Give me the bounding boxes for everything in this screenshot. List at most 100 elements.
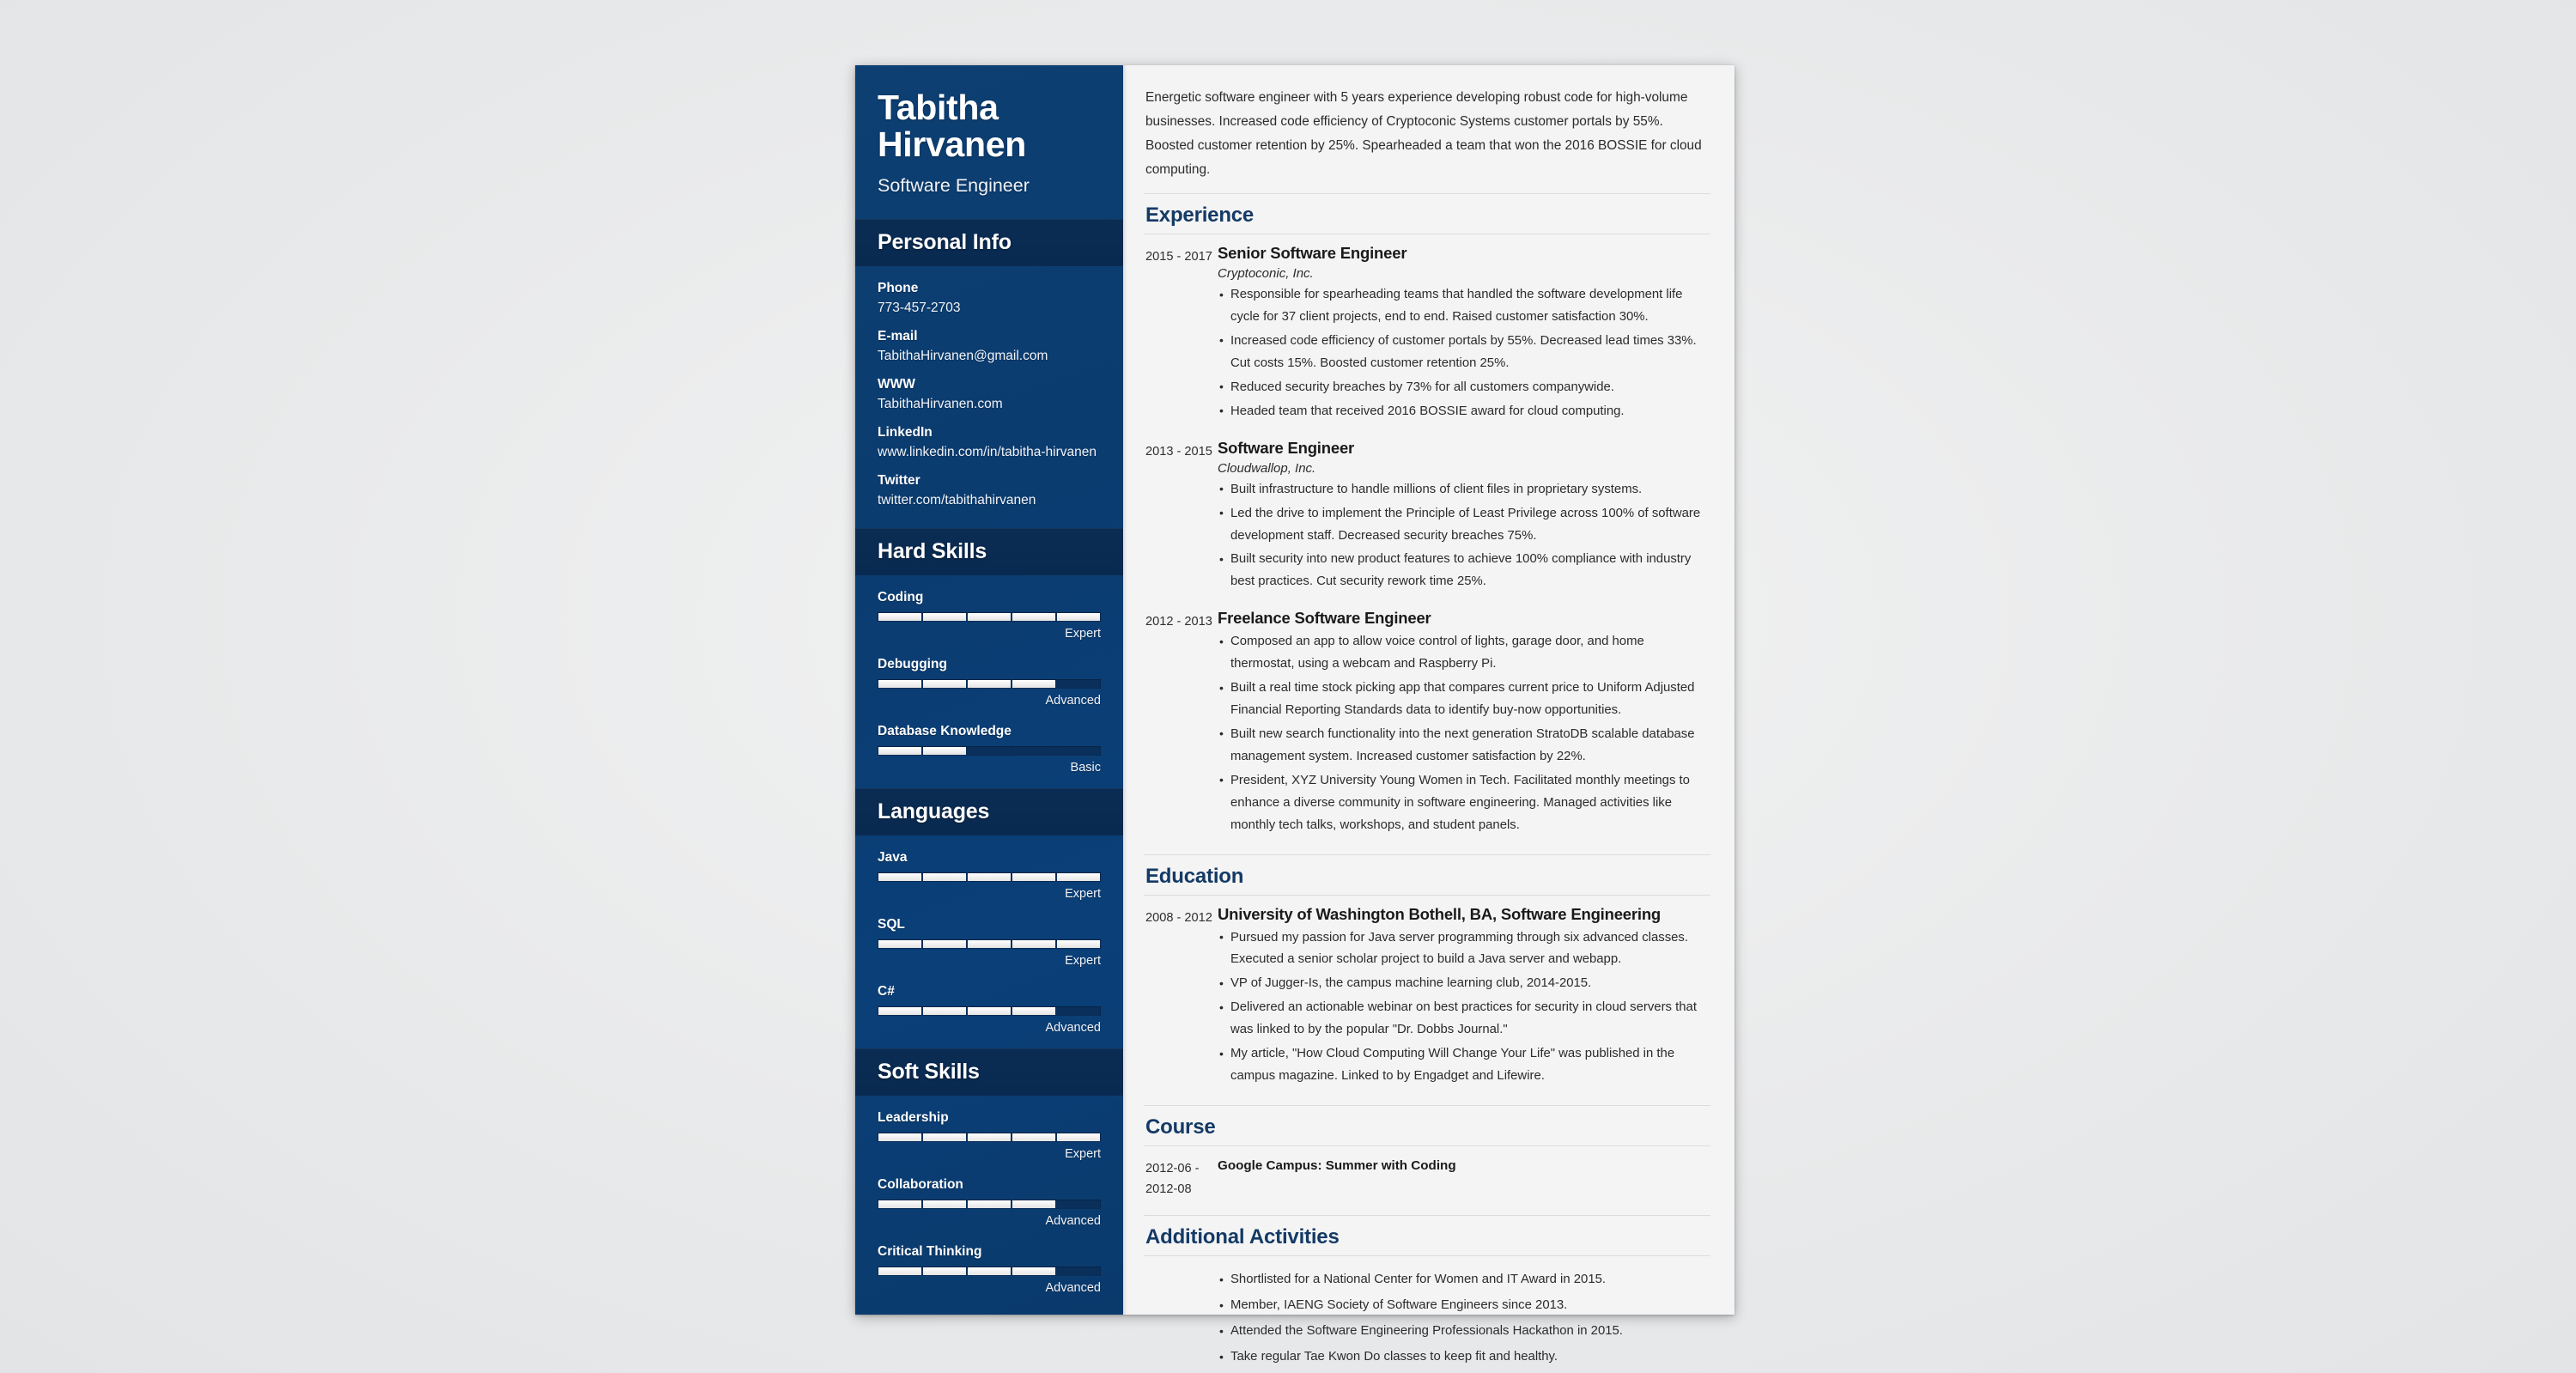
skill-bar-segment — [878, 939, 921, 948]
skill-bar-segment — [878, 1133, 921, 1141]
entry-body: Software Engineer Cloudwallop, Inc. Built … — [1218, 439, 1710, 596]
entry-bullet-list: Built infrastructure to handle millions … — [1218, 478, 1710, 594]
skill-bar-segment — [878, 1200, 921, 1208]
personal-info-item: WWW TabithaHirvanen.com — [878, 377, 1101, 412]
skill-bar-segment — [1057, 612, 1100, 621]
skill-level-bar — [878, 872, 1101, 882]
skill-bar-segment — [1012, 1133, 1055, 1141]
entry-date-range: 2008 - 2012 — [1145, 910, 1212, 925]
entry-body: Freelance Software Engineer Composed an a… — [1218, 609, 1710, 838]
entry-company: Cloudwallop, Inc. — [1218, 460, 1316, 476]
skill-level-label: Expert — [1065, 953, 1101, 968]
section-heading-personal-info: Personal Info — [855, 218, 1123, 266]
skill-bar-segment — [1012, 1267, 1055, 1275]
section-heading-additional-activities: Additional Activities — [1144, 1215, 1710, 1257]
sidebar-header: Tabitha Hirvanen Software Engineer — [855, 65, 1123, 219]
skill-bar-segment — [1057, 872, 1100, 881]
entry-bullet-list: Responsible for spearheading teams that … — [1218, 284, 1710, 423]
entry-bullet: Built security into new product features… — [1218, 549, 1710, 593]
skill-name: Debugging — [878, 656, 947, 671]
resume-page: Tabitha Hirvanen Software Engineer Perso… — [855, 65, 1735, 1367]
skill-level-bar — [878, 939, 1101, 949]
skill-item: C# Advanced — [878, 984, 1101, 1035]
skill-bar-segment — [968, 1133, 1011, 1141]
experience-section: Experience 2015 - 2017 Senior Software En… — [1144, 193, 1710, 842]
entry-bullet: Led the drive to implement the Principle… — [1218, 502, 1710, 548]
skill-name: Database Knowledge — [878, 723, 1012, 738]
skill-bar-segment — [968, 939, 1011, 948]
skill-bar-segment — [923, 939, 966, 948]
timeline-entry: 2013 - 2015 Software Engineer Cloudwallop,… — [1144, 429, 1710, 600]
skill-bar-segment — [923, 679, 966, 688]
skill-level-label: Advanced — [1045, 693, 1102, 708]
entry-date-range: 2012 - 2013 — [1145, 615, 1212, 629]
section-heading-course: Course — [1144, 1105, 1710, 1147]
skill-bar-segment — [1057, 939, 1100, 948]
skill-item: Coding Expert — [878, 590, 1101, 641]
resume-sidebar: Tabitha Hirvanen Software Engineer Perso… — [855, 65, 1123, 1315]
skill-level-bar — [878, 1132, 1101, 1142]
skill-level-label: Advanced — [1045, 1020, 1102, 1035]
entry-bullet: VP of Jugger-Is, the campus machine lear… — [1218, 973, 1710, 995]
skill-bar-segment — [1057, 746, 1100, 755]
skill-bar-segment — [968, 1267, 1011, 1275]
personal-info-value: 773-457-2703 — [878, 300, 961, 315]
entry-bullet: Composed an app to allow voice control o… — [1218, 631, 1710, 676]
entry-company: Cryptoconic, Inc. — [1218, 266, 1314, 282]
skill-bar-segment — [923, 872, 966, 881]
section-heading-languages: Languages — [855, 787, 1123, 835]
personal-info-value: TabithaHirvanen@gmail.com — [878, 348, 1048, 363]
skill-item: SQL Expert — [878, 917, 1101, 968]
section-heading-hard-skills: Hard Skills — [855, 527, 1123, 575]
entry-bullet: Pursued my passion for Java server progr… — [1218, 926, 1710, 972]
course-date-range: 2012-06 - 2012-08 — [1145, 1162, 1200, 1197]
skill-level-bar — [878, 1005, 1101, 1016]
education-entries: 2008 - 2012 University of Washington Both… — [1144, 896, 1710, 1094]
activity-bullet: Shortlisted for a National Center for Wo… — [1218, 1269, 1710, 1291]
activity-bullet: Take regular Tae Kwon Do classes to keep… — [1218, 1346, 1710, 1369]
skill-name: Java — [878, 849, 908, 865]
skill-name: Coding — [878, 589, 924, 604]
timeline-entry: 2012 - 2013 Freelance Software Engineer Co… — [1144, 599, 1710, 842]
entry-bullet: Headed team that received 2016 BOSSIE aw… — [1218, 400, 1710, 423]
personal-info-label: WWW — [878, 376, 915, 392]
skill-bar-segment — [968, 679, 1011, 688]
skill-level-label: Advanced — [1045, 1213, 1102, 1228]
skill-bar-segment — [1057, 679, 1100, 688]
skill-bar-segment — [1012, 612, 1055, 621]
skill-bar-segment — [968, 1200, 1011, 1208]
skill-bar-segment — [1012, 939, 1055, 948]
skill-level-bar — [878, 745, 1101, 756]
personal-info-label: Phone — [878, 280, 919, 295]
experience-entries: 2015 - 2017 Senior Software Engineer Crypt… — [1144, 234, 1710, 842]
professional-summary: Energetic software engineer with 5 years… — [1145, 90, 1702, 178]
skill-item: Critical Thinking Advanced — [878, 1244, 1101, 1295]
activity-bullet: Member, IAENG Society of Software Engine… — [1218, 1295, 1710, 1317]
personal-info-list: Phone 773-457-2703 E-mail TabithaHirvanen@g… — [855, 266, 1123, 528]
candidate-job-title: Software Engineer — [878, 174, 1030, 196]
skill-bar-segment — [1057, 1200, 1100, 1208]
skill-bar-segment — [878, 1267, 921, 1275]
entry-bullet-list: Composed an app to allow voice control o… — [1218, 631, 1710, 836]
skill-bar-segment — [878, 612, 921, 621]
additional-activities-section: Additional Activities Shortlisted for a … — [1144, 1215, 1710, 1369]
personal-info-item: Twitter twitter.com/tabithahirvanen — [878, 473, 1101, 508]
skill-level-label: Expert — [1065, 626, 1101, 641]
entry-title: Senior Software Engineer — [1218, 244, 1407, 263]
entry-title: Freelance Software Engineer — [1218, 609, 1431, 628]
skill-bar-segment — [923, 612, 966, 621]
soft-skills-list: Leadership Expert Collaboration Advanced Cri… — [855, 1096, 1123, 1309]
skill-name: Leadership — [878, 1109, 949, 1125]
skill-name: C# — [878, 983, 895, 999]
skill-bar-segment — [1012, 1006, 1055, 1015]
skill-bar-segment — [878, 1006, 921, 1015]
skill-name: Collaboration — [878, 1176, 963, 1192]
skill-name: Critical Thinking — [878, 1243, 982, 1259]
skill-level-label: Expert — [1065, 886, 1101, 901]
skill-level-bar — [878, 1199, 1101, 1209]
entry-date-range: 2013 - 2015 — [1145, 444, 1212, 459]
skill-item: Database Knowledge Basic — [878, 724, 1101, 775]
section-heading-soft-skills: Soft Skills — [855, 1048, 1123, 1096]
skill-level-bar — [878, 1266, 1101, 1276]
skill-item: Leadership Expert — [878, 1110, 1101, 1161]
